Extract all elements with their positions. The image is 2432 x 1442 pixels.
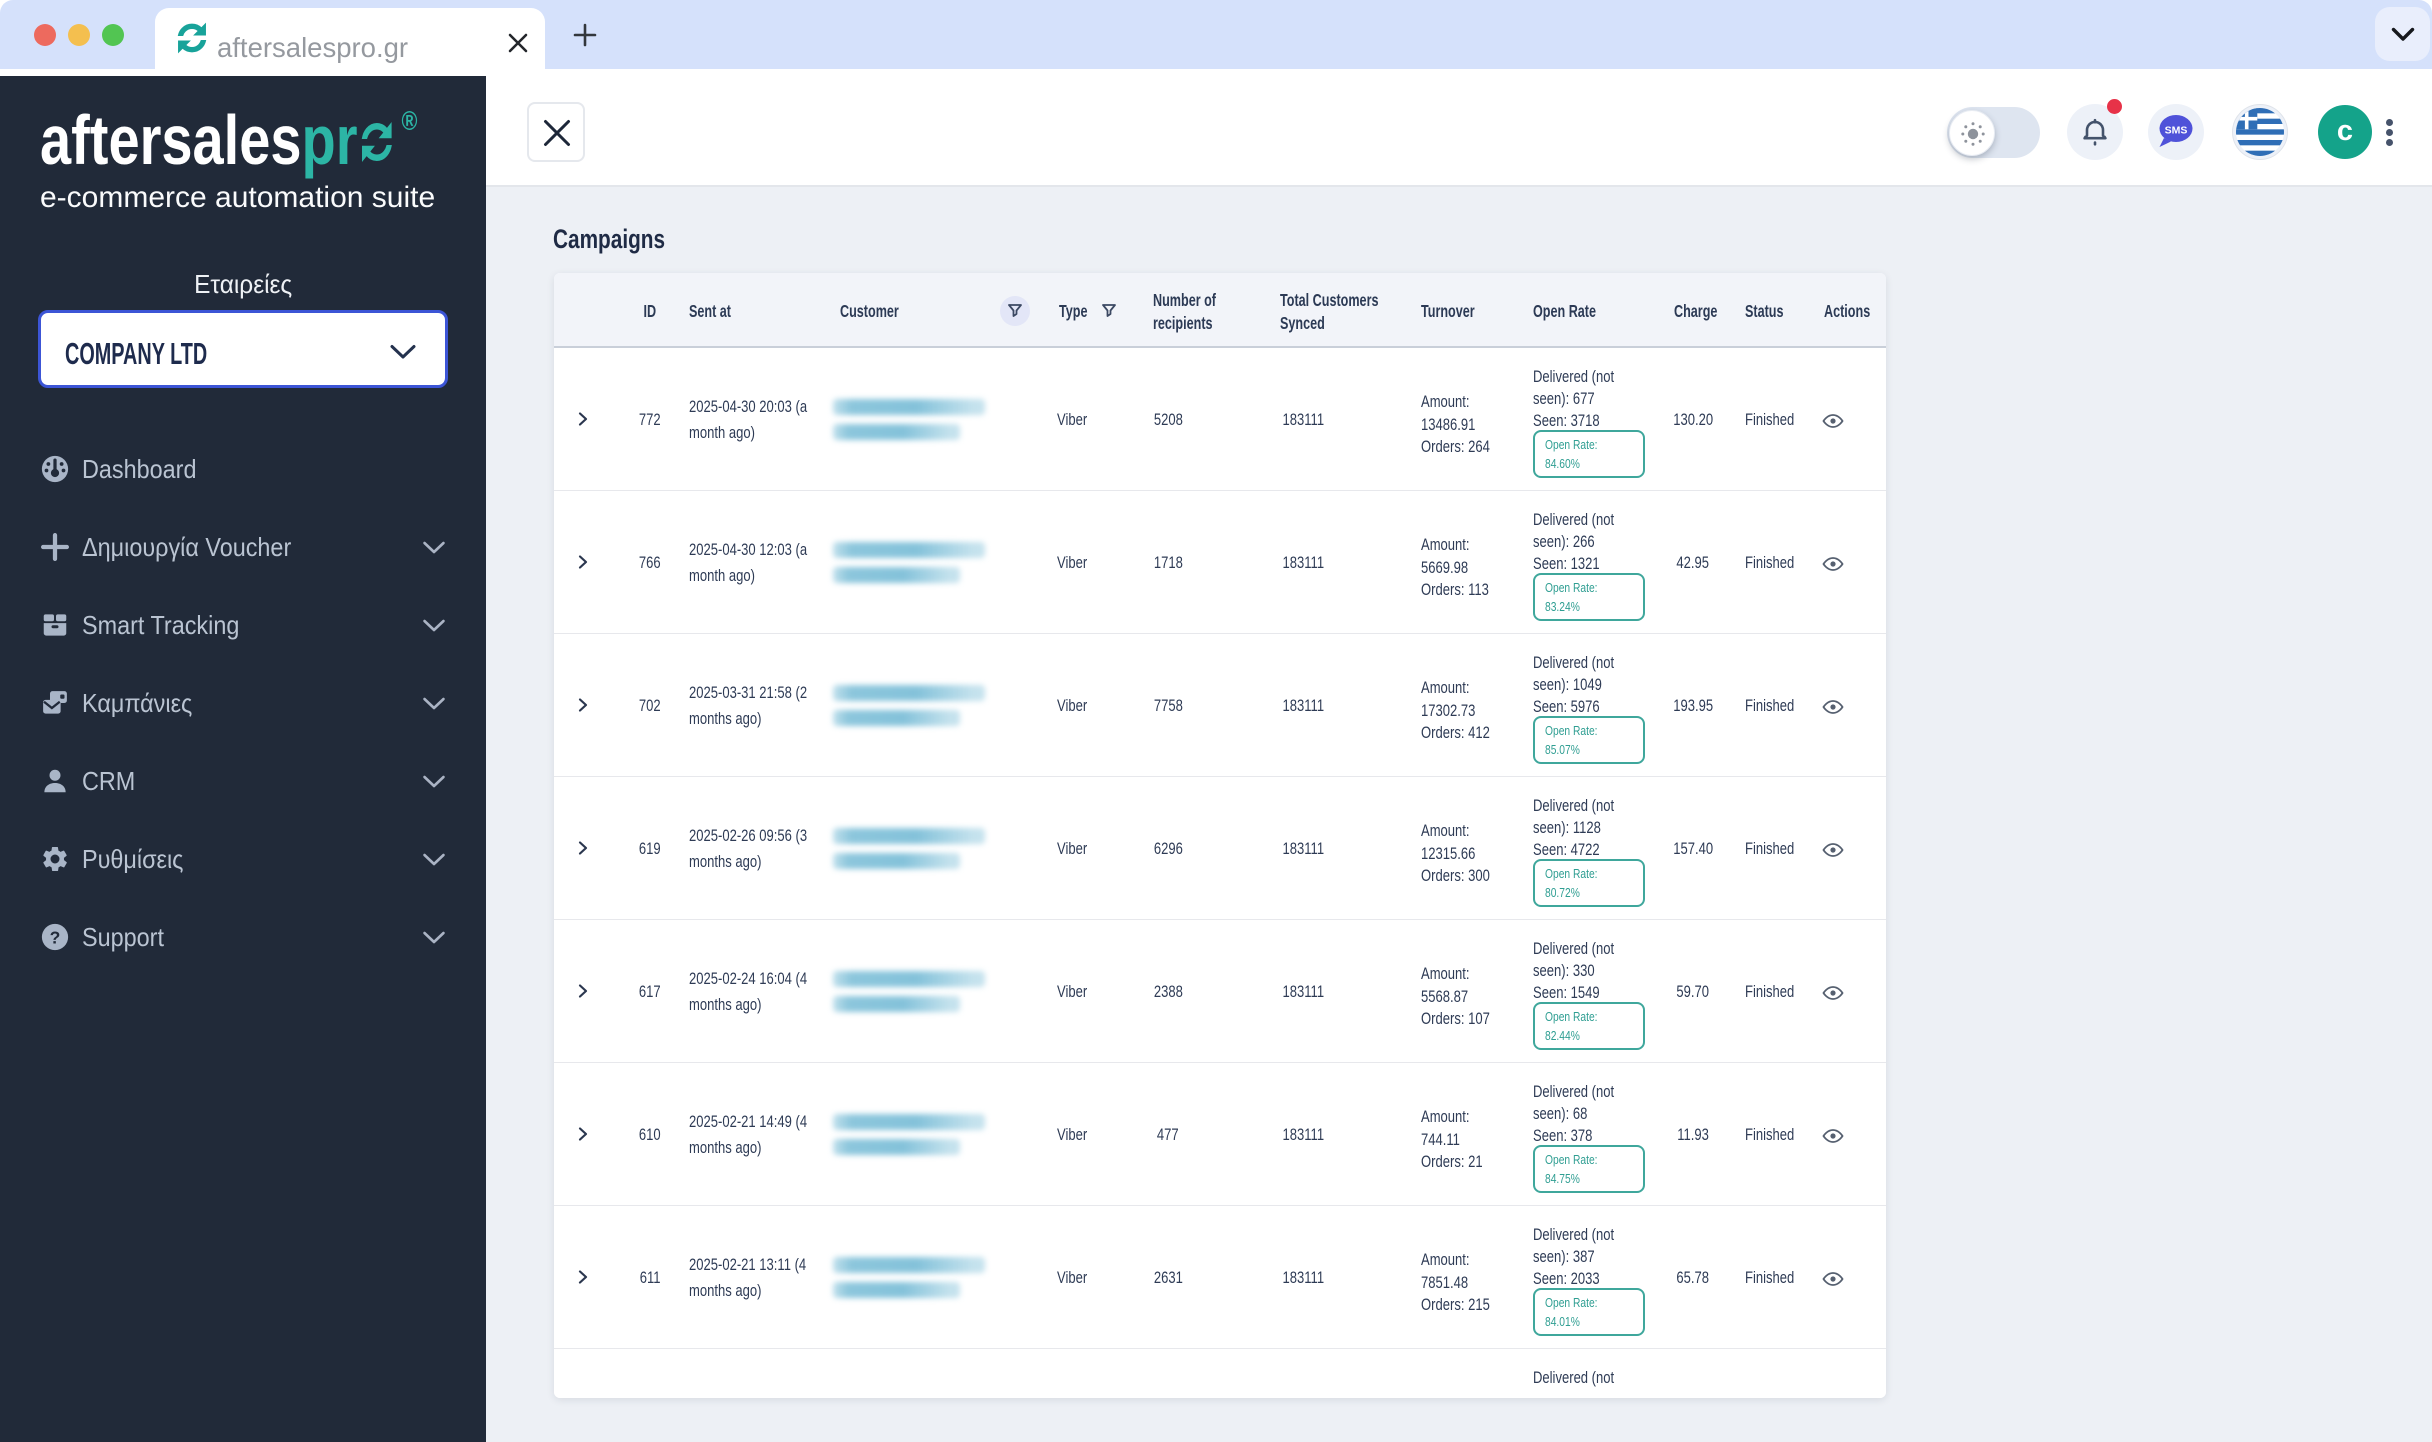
svg-text:?: ? bbox=[50, 927, 61, 947]
svg-text:SMS: SMS bbox=[2165, 125, 2188, 137]
